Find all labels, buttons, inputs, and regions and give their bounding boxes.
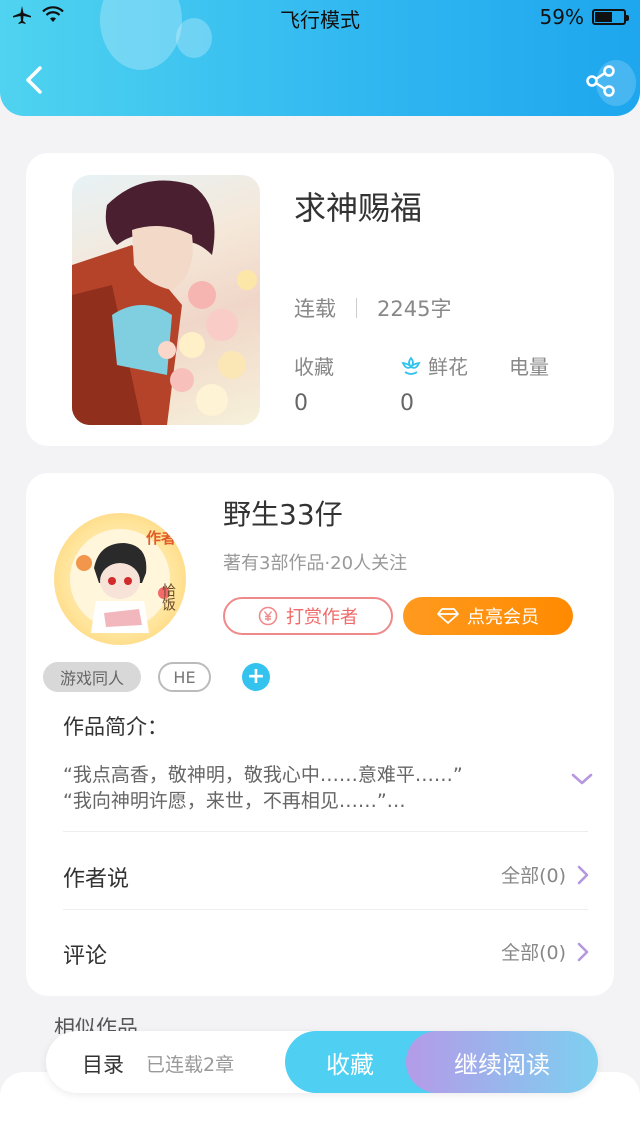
battery-percent: 59% [539,5,584,29]
vip-button[interactable]: 点亮会员 [403,597,573,635]
author-says-all[interactable]: 全部(0) [501,861,590,888]
share-icon[interactable] [584,64,618,98]
status-bar: 飞行模式 59% [0,0,640,34]
continue-reading-label: 继续阅读 [454,1050,550,1079]
cover-illustration [72,180,257,425]
diamond-icon [437,608,459,624]
comments-label[interactable]: 评论 [63,938,107,970]
intro-line: “我向神明许愿，来世，不再相见……”… [63,790,406,812]
tag-chip[interactable]: 游戏同人 [43,662,141,692]
toc-button[interactable]: 目录 [82,1049,124,1079]
divider [63,909,588,910]
comments-all[interactable]: 全部(0) [501,938,590,965]
chevron-down-icon[interactable] [570,771,594,787]
favorite-label: 收藏 [326,1050,374,1079]
flowers-label: 鲜花 [428,355,468,379]
favorites-label: 收藏 [294,355,334,379]
power-label: 电量 [509,355,549,379]
comments-count: 全部(0) [501,942,566,964]
author-avatar[interactable]: 作者 恰饭 [54,513,186,645]
flowers-value: 0 [400,391,414,416]
author-subtitle: 著有3部作品·20人关注 [223,553,408,574]
back-arrow-icon[interactable] [20,60,50,100]
intro-line: “我点高香，敬神明，敬我心中……意难平……” [63,764,463,786]
author-name[interactable]: 野生33仔 [223,493,343,533]
avatar-badge-top: 作者 [145,529,176,547]
chevron-right-icon [577,865,589,884]
book-meta: 连载 2245字 [294,293,451,323]
add-tag-button[interactable]: + [242,663,270,691]
book-info-card: 求神赐福 连载 2245字 收藏 0 鲜花 0 电量 [26,153,614,446]
author-says-count: 全部(0) [501,865,566,887]
meta-divider [356,298,357,318]
battery-icon [592,9,629,25]
word-count: 2245字 [377,297,452,321]
flowers-stat[interactable]: 鲜花 [400,351,468,380]
author-card: 作者 恰饭 野生33仔 著有3部作品·20人关注 打赏作者 点亮会员 游戏同人 … [26,473,614,996]
intro-title: 作品简介： [63,715,168,739]
yen-coin-icon [258,606,278,626]
status-right: 59% [539,5,629,29]
book-title: 求神赐福 [294,189,423,227]
book-status: 连载 [294,297,336,321]
chevron-right-icon [577,942,589,961]
continue-reading-button[interactable]: 继续阅读 [406,1031,598,1093]
avatar-badge-side: 恰饭 [160,583,176,611]
tag-chip[interactable]: HE [158,662,211,692]
favorites-value: 0 [294,391,308,416]
bottom-action-bar: 目录 已连载2章 收藏 继续阅读 [46,1031,598,1093]
tip-author-button[interactable]: 打赏作者 [223,597,393,635]
chapter-count: 已连载2章 [146,1054,235,1076]
flower-icon [401,356,421,375]
book-cover-image[interactable] [72,175,260,425]
top-header: 飞行模式 59% [0,0,640,116]
vip-label: 点亮会员 [467,607,539,628]
tip-author-label: 打赏作者 [286,607,358,628]
divider [63,831,588,832]
author-says-label[interactable]: 作者说 [63,861,129,893]
